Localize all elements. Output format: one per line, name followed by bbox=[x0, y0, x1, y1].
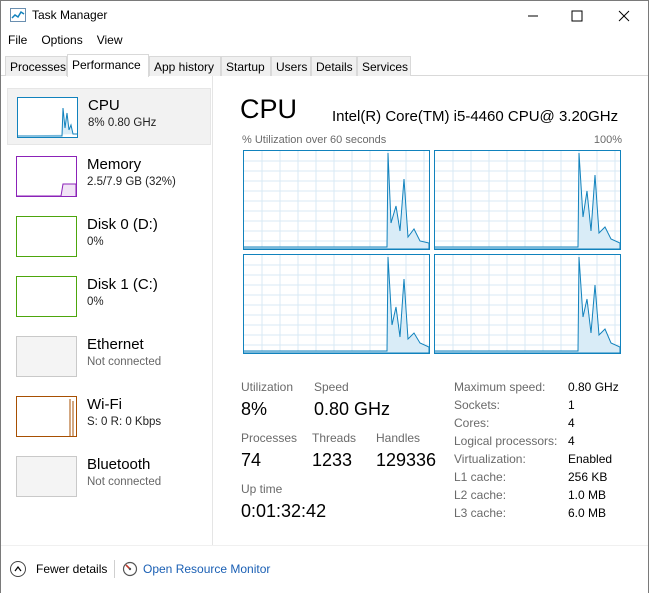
threads-value: 1233 bbox=[312, 450, 353, 470]
logical-processors-value: 4 bbox=[568, 434, 575, 448]
ethernet-thumbnail-graph bbox=[16, 336, 77, 377]
max-speed-label: Maximum speed: bbox=[454, 380, 546, 394]
wifi-thumbnail-graph bbox=[16, 396, 77, 437]
sidebar-item-subtitle: 0% bbox=[87, 236, 104, 248]
close-button[interactable] bbox=[601, 1, 647, 30]
cpu-thumbnail-graph bbox=[17, 97, 78, 138]
l2-cache-label: L2 cache: bbox=[454, 488, 507, 502]
speed-label: Speed bbox=[314, 380, 349, 394]
open-resource-monitor-link[interactable]: Open Resource Monitor bbox=[122, 561, 270, 577]
tab-details[interactable]: Details bbox=[311, 56, 357, 76]
bluetooth-thumbnail-graph bbox=[16, 456, 77, 497]
performance-content: CPU 8% 0.80 GHz Memory 2.5/7.9 GB (32%) … bbox=[1, 76, 648, 545]
utilization-value: 8% bbox=[241, 399, 268, 419]
cpu-core-3-graph bbox=[434, 254, 621, 354]
fewer-details-label: Fewer details bbox=[36, 562, 108, 576]
sidebar-item-bluetooth[interactable]: Bluetooth Not connected bbox=[7, 448, 211, 505]
maximize-icon bbox=[571, 10, 583, 21]
title-bar: Task Manager bbox=[1, 1, 648, 30]
l3-cache-value: 6.0 MB bbox=[568, 506, 607, 520]
sockets-label: Sockets: bbox=[454, 398, 501, 412]
tab-services[interactable]: Services bbox=[357, 56, 411, 76]
sidebar-item-title: Disk 1 (C:) bbox=[87, 276, 158, 293]
l3-cache-label: L3 cache: bbox=[454, 506, 507, 520]
handles-label: Handles bbox=[376, 431, 421, 445]
resource-list: CPU 8% 0.80 GHz Memory 2.5/7.9 GB (32%) … bbox=[1, 76, 213, 545]
sidebar-item-disk-1[interactable]: Disk 1 (C:) 0% bbox=[7, 268, 211, 325]
handles-value: 129336 bbox=[376, 450, 437, 470]
task-manager-window: Task Manager File Options View Processes… bbox=[0, 0, 649, 593]
utilization-label: Utilization bbox=[241, 380, 294, 394]
cpu-detail-panel: CPU Intel(R) Core(TM) i5-4460 CPU@ 3.20G… bbox=[214, 76, 648, 545]
threads-label: Threads bbox=[312, 431, 357, 445]
virtualization-label: Virtualization: bbox=[454, 452, 526, 466]
menu-view[interactable]: View bbox=[90, 30, 130, 51]
sockets-value: 1 bbox=[568, 398, 575, 412]
sidebar-item-subtitle: 8% 0.80 GHz bbox=[88, 117, 157, 129]
resource-monitor-icon bbox=[122, 561, 138, 577]
uptime-value: 0:01:32:42 bbox=[241, 501, 327, 521]
cores-label: Cores: bbox=[454, 416, 490, 430]
chevron-up-icon bbox=[10, 561, 26, 577]
sidebar-item-subtitle: Not connected bbox=[87, 356, 162, 368]
sidebar-item-title: Memory bbox=[87, 156, 142, 173]
tab-users[interactable]: Users bbox=[271, 56, 311, 76]
sidebar-item-title: Bluetooth bbox=[87, 456, 151, 473]
minimize-button[interactable] bbox=[510, 1, 556, 30]
menu-bar: File Options View bbox=[1, 30, 648, 51]
sidebar-item-memory[interactable]: Memory 2.5/7.9 GB (32%) bbox=[7, 148, 211, 205]
maximize-button[interactable] bbox=[554, 1, 600, 30]
graph-caption: % Utilization over 60 seconds bbox=[242, 134, 387, 146]
tab-performance[interactable]: Performance bbox=[67, 54, 149, 77]
open-resource-monitor-label: Open Resource Monitor bbox=[143, 562, 271, 576]
cpu-core-2-graph bbox=[243, 254, 430, 354]
cpu-core-1-graph bbox=[434, 150, 621, 250]
l2-cache-value: 1.0 MB bbox=[568, 488, 607, 502]
task-manager-icon bbox=[10, 8, 26, 22]
fewer-details-button[interactable]: Fewer details bbox=[10, 561, 107, 577]
sidebar-item-subtitle: S: 0 R: 0 Kbps bbox=[87, 416, 162, 428]
virtualization-value: Enabled bbox=[568, 452, 613, 466]
page-title: CPU bbox=[240, 94, 298, 124]
sidebar-item-title: Ethernet bbox=[87, 336, 144, 353]
sidebar-item-subtitle: 2.5/7.9 GB (32%) bbox=[87, 176, 176, 188]
footer-bar: Fewer details Open Resource Monitor bbox=[1, 545, 648, 593]
cpu-model-name: Intel(R) Core(TM) i5-4460 CPU@ 3.20GHz bbox=[332, 108, 619, 125]
menu-file[interactable]: File bbox=[1, 30, 34, 51]
tab-bar: Processes Performance App history Startu… bbox=[1, 54, 648, 77]
window-title: Task Manager bbox=[32, 8, 108, 22]
cpu-graphs bbox=[243, 150, 622, 354]
menu-options[interactable]: Options bbox=[34, 30, 89, 51]
graph-max-label: 100% bbox=[593, 134, 622, 146]
memory-thumbnail-graph bbox=[16, 156, 77, 197]
sidebar-item-subtitle: Not connected bbox=[87, 476, 162, 488]
processes-label: Processes bbox=[241, 431, 298, 445]
sidebar-item-cpu[interactable]: CPU 8% 0.80 GHz bbox=[7, 88, 211, 145]
close-icon bbox=[618, 10, 630, 21]
tab-startup[interactable]: Startup bbox=[221, 56, 271, 76]
logical-processors-label: Logical processors: bbox=[454, 434, 558, 448]
disk0-thumbnail-graph bbox=[16, 216, 77, 257]
speed-value: 0.80 GHz bbox=[314, 399, 391, 419]
sidebar-item-title: CPU bbox=[88, 97, 120, 114]
sidebar-item-ethernet[interactable]: Ethernet Not connected bbox=[7, 328, 211, 385]
l1-cache-label: L1 cache: bbox=[454, 470, 507, 484]
max-speed-value: 0.80 GHz bbox=[568, 380, 619, 394]
tab-app-history[interactable]: App history bbox=[149, 56, 221, 76]
cores-value: 4 bbox=[568, 416, 575, 430]
processes-value: 74 bbox=[241, 450, 262, 470]
minimize-icon bbox=[528, 15, 538, 16]
uptime-label: Up time bbox=[241, 482, 283, 496]
sidebar-item-disk-0[interactable]: Disk 0 (D:) 0% bbox=[7, 208, 211, 265]
sidebar-item-title: Disk 0 (D:) bbox=[87, 216, 158, 233]
disk1-thumbnail-graph bbox=[16, 276, 77, 317]
cpu-core-0-graph bbox=[243, 150, 430, 250]
sidebar-item-subtitle: 0% bbox=[87, 296, 104, 308]
footer-divider bbox=[114, 560, 115, 578]
l1-cache-value: 256 KB bbox=[568, 470, 608, 484]
tab-processes[interactable]: Processes bbox=[5, 56, 67, 76]
sidebar-item-wifi[interactable]: Wi-Fi S: 0 R: 0 Kbps bbox=[7, 388, 211, 445]
sidebar-item-title: Wi-Fi bbox=[87, 396, 122, 413]
